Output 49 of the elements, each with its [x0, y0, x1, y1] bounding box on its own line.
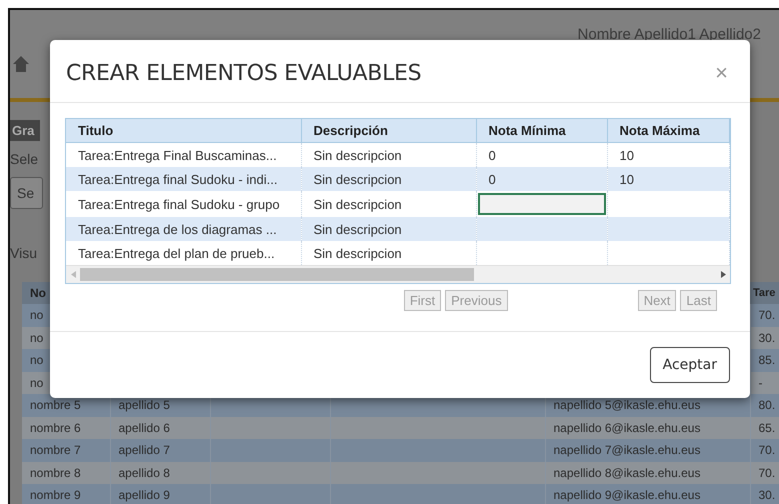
table-cell: apellido 9 [118, 488, 170, 502]
table-cell: napellido 7@ikasle.ehu.eus [554, 443, 700, 458]
close-button[interactable]: × [715, 60, 728, 86]
table-cell: napellido 6@ikasle.ehu.eus [554, 420, 700, 435]
table-cell: 85. [758, 353, 776, 368]
column-header: Tare [750, 282, 779, 304]
table-cell: nombre 8 [22, 462, 110, 484]
table-cell: napellido 5@ikasle.ehu.eus [554, 398, 700, 412]
right-arrow-icon[interactable] [720, 271, 726, 278]
user-name: Nombre Apellido1 Apellido2 [578, 26, 761, 43]
table-cell: Tarea:Entrega final Sudoku - indi... [66, 167, 301, 191]
table-cell: nombre 9 [22, 484, 110, 504]
home-icon[interactable] [12, 55, 30, 73]
column-header[interactable]: Nota Mínima [476, 119, 607, 142]
table-cell: Sin descripcion [301, 217, 476, 241]
table-cell: 10 [620, 172, 634, 186]
table-cell: 80. [758, 398, 776, 412]
table-cell: 70. [758, 443, 776, 458]
table-cell: Tarea:Entrega de los diagramas ... [66, 217, 301, 241]
table-cell: nombre 7 [22, 439, 110, 462]
section-label: Visu [10, 245, 37, 261]
table-cell: 30. [758, 330, 776, 345]
select-button[interactable]: Se [10, 177, 44, 209]
select-label: Sele [10, 151, 38, 167]
table-cell: 10 [620, 148, 634, 162]
horizontal-scrollbar[interactable] [66, 265, 730, 283]
table-cell: 70. [758, 466, 776, 480]
column-header[interactable]: Descripción [301, 119, 476, 142]
table-cell: 0 [488, 148, 496, 162]
table-cell: napellido 9@ikasle.ehu.eus [554, 488, 700, 502]
grade-input[interactable] [478, 193, 606, 215]
table-cell: 65. [758, 420, 776, 435]
table-cell: apellido 8 [118, 466, 170, 480]
left-arrow-icon[interactable] [70, 271, 76, 278]
table-cell: - [758, 376, 762, 390]
column-header[interactable]: Nota Máxima [607, 119, 730, 142]
column-header[interactable]: Titulo [66, 119, 301, 142]
table-cell: apellido 5 [118, 398, 170, 412]
tab-button[interactable]: Gra [10, 120, 40, 141]
table-cell: apellido 6 [118, 420, 170, 435]
table-cell: Sin descripcion [301, 167, 476, 191]
table-cell: nombre 6 [22, 416, 110, 439]
table-cell: apellido 7 [118, 443, 170, 458]
table-cell: 0 [488, 172, 496, 186]
table-cell: 70. [758, 308, 776, 322]
accept-button[interactable]: Aceptar [650, 347, 730, 383]
dialog-title: CREAR ELEMENTOS EVALUABLES [66, 60, 422, 86]
table-cell: 30. [758, 488, 776, 502]
table-cell: napellido 8@ikasle.ehu.eus [554, 466, 700, 480]
